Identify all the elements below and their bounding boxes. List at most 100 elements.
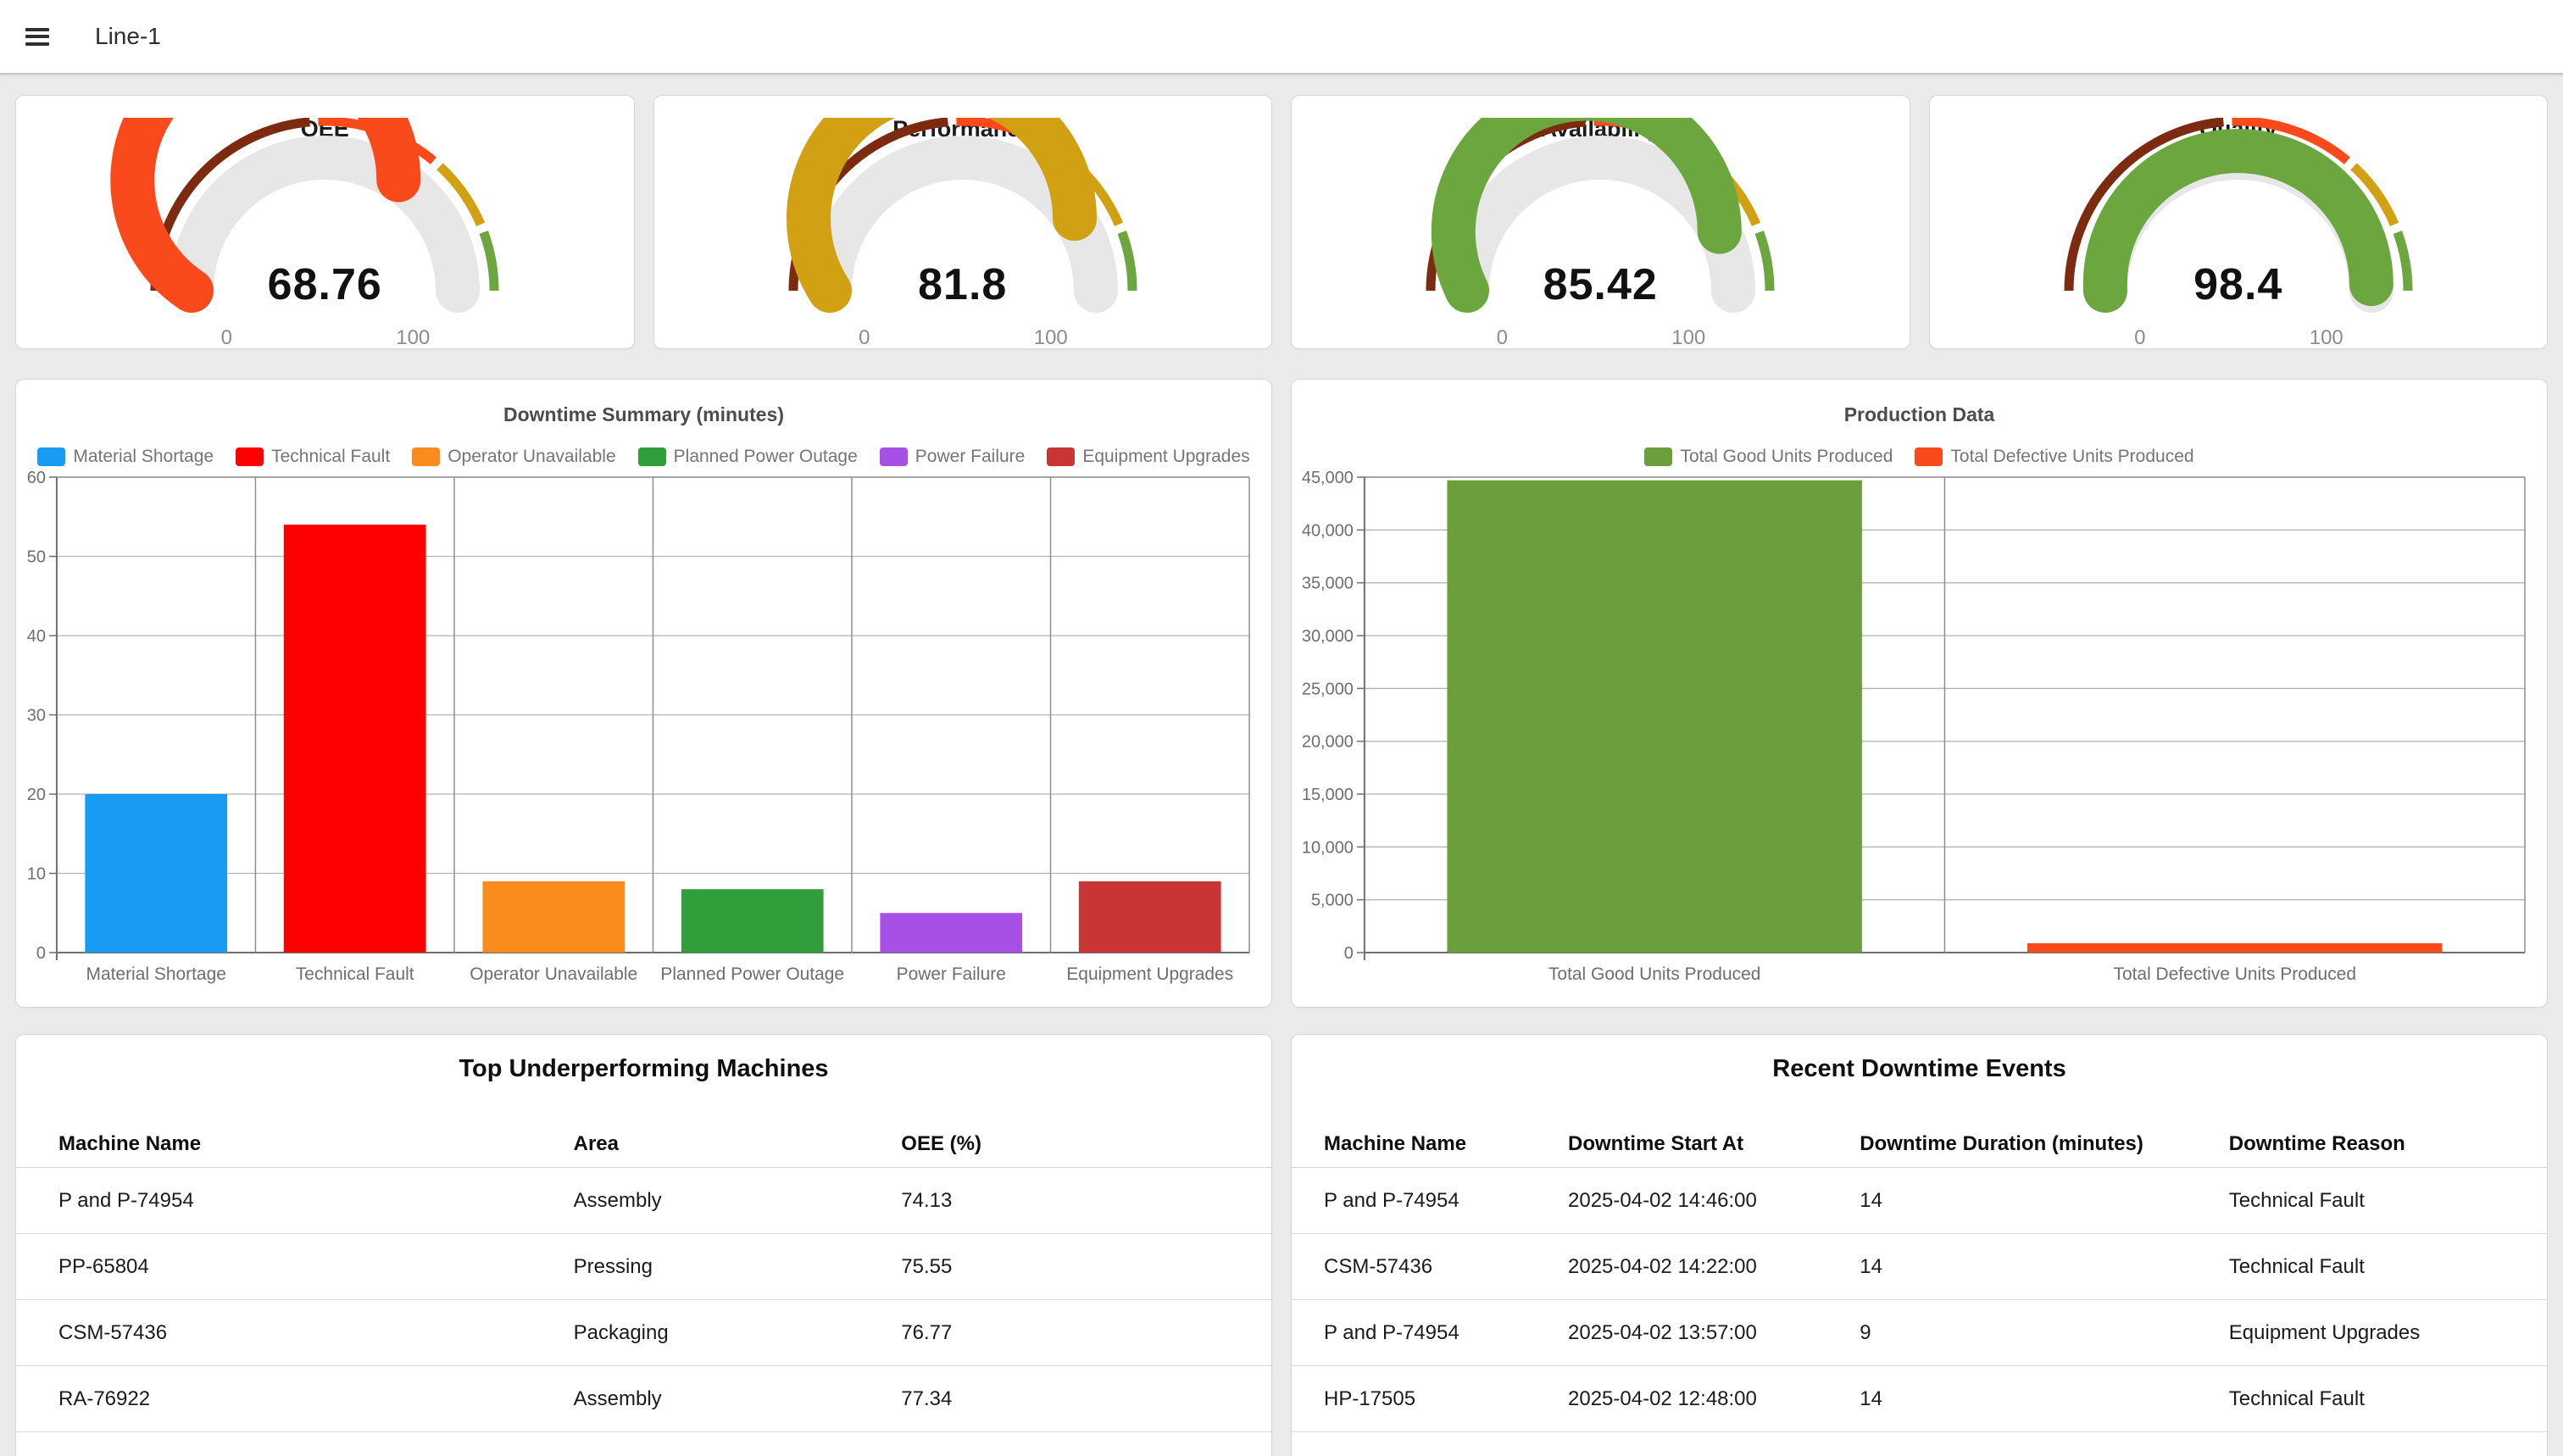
bar-Technical Fault (284, 525, 426, 953)
menu-hamburger-icon[interactable] (25, 28, 49, 46)
legend-label: Planned Power Outage (674, 447, 858, 467)
table-cell: 2025-04-02 13:57:00 (1568, 1321, 1860, 1345)
legend-label: Equipment Upgrades (1082, 447, 1249, 467)
table-cell: 9 (1860, 1321, 2229, 1345)
svg-text:20,000: 20,000 (1302, 733, 1354, 752)
table-row: PP-65804Pressing75.55 (16, 1234, 1271, 1300)
legend-item[interactable]: Equipment Upgrades (1047, 447, 1249, 467)
svg-text:40: 40 (27, 627, 46, 646)
bar-Equipment Upgrades (1079, 881, 1221, 953)
bar-Planned Power Outage (681, 889, 824, 953)
chart-legend: Total Good Units Produced Total Defective… (1292, 442, 2547, 471)
table-cell: 14 (1860, 1189, 2229, 1213)
legend-label: Total Defective Units Produced (1950, 447, 2193, 467)
table-header-row: Machine NameAreaOEE (%) (16, 1120, 1271, 1168)
legend-item[interactable]: Total Good Units Produced (1644, 447, 1893, 467)
table-cell: 77.34 (901, 1387, 1229, 1411)
column-header: OEE (%) (901, 1132, 1229, 1156)
svg-text:30,000: 30,000 (1302, 627, 1354, 646)
table-row: RA-76922Assembly77.34 (16, 1366, 1271, 1432)
table-row: P and P-749542025-04-02 14:46:0014Techni… (1292, 1168, 2547, 1234)
legend-label: Technical Fault (271, 447, 390, 467)
table-cell: Assembly (574, 1387, 902, 1411)
table-cell: Technical Fault (2229, 1387, 2515, 1411)
gauge-card-performance: Performance 81.8 0 100 (653, 95, 1273, 349)
legend-item[interactable]: Operator Unavailable (412, 447, 615, 467)
gauge-min-label: 0 (859, 326, 870, 349)
table-cell: Packaging (574, 1321, 902, 1345)
gauge-card-availability: Availability 85.42 0 100 (1291, 95, 1910, 349)
legend-swatch-icon (1047, 447, 1075, 466)
production-bar-chart: 05,00010,00015,00020,00025,00030,00035,0… (1292, 471, 2547, 1008)
svg-text:Power Failure: Power Failure (897, 964, 1006, 984)
gauge-min-label: 0 (221, 326, 232, 349)
svg-text:30: 30 (27, 706, 46, 725)
gauge-oee: 68.76 0 100 (16, 118, 634, 349)
table-cell: 75.55 (901, 1255, 1229, 1279)
svg-text:40,000: 40,000 (1302, 521, 1354, 540)
legend-item[interactable]: Technical Fault (236, 447, 390, 467)
bar-Material Shortage (85, 794, 227, 953)
gauge-value: 81.8 (654, 259, 1272, 310)
legend-swatch-icon (236, 447, 264, 466)
legend-item[interactable]: Planned Power Outage (638, 447, 858, 467)
gauge-quality: 98.4 0 100 (1930, 118, 2548, 349)
top-app-bar: Line-1 (0, 0, 2563, 75)
chart-title: Downtime Summary (minutes) (16, 403, 1271, 426)
gauge-arc (653, 118, 1273, 349)
top-underperforming-machines-table: Machine NameAreaOEE (%)P and P-74954Asse… (16, 1120, 1271, 1432)
production-data-chart-card: Production Data Total Good Units Produce… (1291, 379, 2548, 1008)
gauge-arc (1929, 118, 2549, 349)
table-cell: CSM-57436 (58, 1321, 574, 1345)
column-header: Downtime Start At (1568, 1132, 1860, 1156)
gauge-min-label: 0 (1497, 326, 1508, 349)
table-row-section: Top Underperforming Machines Machine Nam… (15, 1034, 2548, 1456)
legend-swatch-icon (37, 447, 65, 466)
gauge-arc (1291, 118, 1910, 349)
table-header-row: Machine NameDowntime Start AtDowntime Du… (1292, 1120, 2547, 1168)
table-row: P and P-74954Assembly74.13 (16, 1168, 1271, 1234)
table-cell: 14 (1860, 1387, 2229, 1411)
bar-Power Failure (880, 913, 1022, 953)
svg-text:Total Good Units Produced: Total Good Units Produced (1548, 964, 1760, 984)
gauge-card-oee: OEE 68.76 0 100 (15, 95, 635, 349)
column-header: Downtime Duration (minutes) (1860, 1132, 2229, 1156)
top-underperforming-machines-card: Top Underperforming Machines Machine Nam… (15, 1034, 1272, 1456)
chart-legend: Material Shortage Technical Fault Operator… (16, 442, 1271, 471)
table-cell: 2025-04-02 14:46:00 (1568, 1189, 1860, 1213)
column-header: Area (574, 1132, 902, 1156)
bar-Total Good Units Produced (1447, 481, 1861, 953)
gauge-value: 85.42 (1292, 259, 1910, 310)
legend-label: Operator Unavailable (448, 447, 615, 467)
gauge-max-label: 100 (396, 326, 430, 349)
table-cell: PP-65804 (58, 1255, 574, 1279)
legend-item[interactable]: Power Failure (880, 447, 1026, 467)
legend-swatch-icon (1644, 447, 1672, 466)
svg-text:60: 60 (27, 471, 46, 487)
table-cell: Pressing (574, 1255, 902, 1279)
table-cell: 14 (1860, 1255, 2229, 1279)
gauge-value: 98.4 (1930, 259, 2548, 310)
recent-downtime-events-card: Recent Downtime Events Machine NameDownt… (1291, 1034, 2548, 1456)
table-cell: P and P-74954 (1324, 1189, 1568, 1213)
legend-item[interactable]: Total Defective Units Produced (1915, 447, 2193, 467)
gauge-value: 68.76 (16, 259, 634, 310)
table-row: HP-175052025-04-02 12:48:0014Technical F… (1292, 1366, 2547, 1432)
table-cell: HP-17505 (1324, 1387, 1568, 1411)
downtime-summary-chart-card: Downtime Summary (minutes) Material Shor… (15, 379, 1272, 1008)
chart-title: Production Data (1292, 403, 2547, 426)
svg-text:20: 20 (27, 786, 46, 804)
table-row: P and P-749542025-04-02 13:57:009Equipme… (1292, 1300, 2547, 1366)
legend-swatch-icon (638, 447, 666, 466)
dashboard-content: OEE 68.76 0 100 Performance 81.8 0 100 A… (0, 75, 2563, 1456)
chart-row: Downtime Summary (minutes) Material Shor… (15, 379, 2548, 1008)
column-header: Machine Name (58, 1132, 574, 1156)
gauge-max-label: 100 (1034, 326, 1068, 349)
gauge-arc (15, 118, 635, 349)
svg-text:10,000: 10,000 (1302, 838, 1354, 857)
gauge-min-label: 0 (2134, 326, 2145, 349)
legend-item[interactable]: Material Shortage (37, 447, 214, 467)
svg-text:15,000: 15,000 (1302, 786, 1354, 804)
gauge-card-quality: Quality 98.4 0 100 (1929, 95, 2549, 349)
table-cell: Technical Fault (2229, 1255, 2515, 1279)
